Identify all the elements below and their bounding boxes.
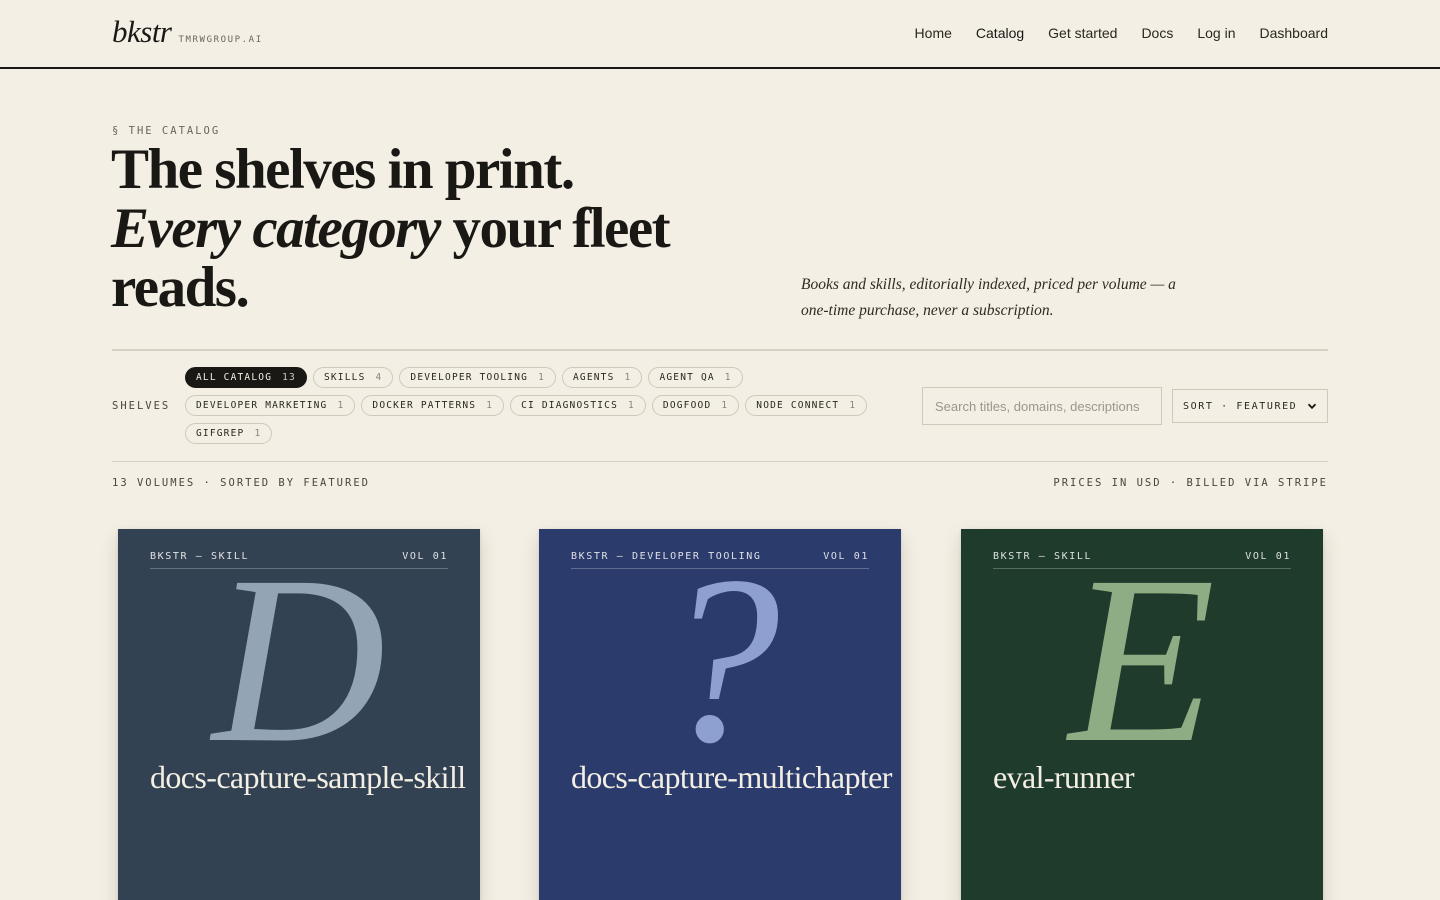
nav-catalog[interactable]: Catalog — [976, 25, 1024, 41]
chip-label: DOGFOOD — [662, 400, 712, 411]
page-title: The shelves in print. Every category you… — [111, 140, 751, 317]
chip-label: NODE CONNECT — [756, 400, 840, 411]
section-eyebrow: § THE CATALOG — [112, 125, 221, 137]
book-title: eval-runner — [993, 759, 1134, 795]
chip-count: 1 — [849, 400, 857, 411]
title-emphasis: Every category — [111, 197, 441, 260]
book-card[interactable]: BKSTR — SKILL VOL 01 E eval-runner — [961, 529, 1323, 900]
hero-blurb: Books and skills, editorially indexed, p… — [801, 276, 1176, 319]
chip-label: DEVELOPER TOOLING — [410, 372, 529, 383]
nav-dashboard[interactable]: Dashboard — [1260, 25, 1329, 41]
chip-count: 1 — [254, 428, 262, 439]
shelf-chip-agent-qa[interactable]: AGENT QA 1 — [648, 367, 743, 388]
shelf-chip-skills[interactable]: SKILLS 4 — [312, 367, 394, 388]
chip-count: 1 — [724, 372, 732, 383]
book-card[interactable]: BKSTR — DEVELOPER TOOLING VOL 01 ? docs-… — [539, 529, 901, 900]
divider — [112, 349, 1328, 351]
chip-label: AGENT QA — [659, 372, 715, 383]
pricing-note: PRICES IN USD · BILLED VIA STRIPE — [1053, 477, 1328, 489]
chip-count: 1 — [538, 372, 545, 383]
top-navigation-bar: bkstr TMRWGROUP.AI Home Catalog Get star… — [0, 0, 1440, 69]
search-input[interactable] — [922, 387, 1162, 425]
chip-label: AGENTS — [572, 372, 615, 383]
brand-org: TMRWGROUP.AI — [178, 35, 263, 45]
book-card[interactable]: BKSTR — SKILL VOL 01 D docs-capture-samp… — [118, 529, 480, 900]
chip-label: DEVELOPER MARKETING — [196, 400, 328, 411]
book-cover-glyph: D — [212, 529, 386, 792]
chip-label: ALL CATALOG — [196, 372, 273, 383]
book-cover-glyph: ? — [660, 529, 780, 792]
shelf-chip-all-catalog[interactable]: ALL CATALOG 13 — [185, 367, 307, 388]
chip-count: 4 — [375, 372, 383, 383]
book-title: docs-capture-sample-skill — [150, 759, 466, 795]
nav-get-started[interactable]: Get started — [1048, 25, 1117, 41]
chip-label: SKILLS — [323, 372, 366, 383]
book-title: docs-capture-multichapter — [571, 759, 892, 795]
divider — [112, 461, 1328, 462]
book-cover-glyph: E — [1068, 529, 1216, 792]
shelf-chip-agents[interactable]: AGENTS 1 — [561, 367, 643, 388]
brand-logo-link[interactable]: bkstr TMRWGROUP.AI — [112, 14, 263, 50]
nav-home[interactable]: Home — [915, 25, 952, 41]
shelves-label: SHELVES — [112, 400, 171, 412]
shelf-chip-docker-patterns[interactable]: DOCKER PATTERNS 1 — [361, 395, 505, 416]
shelf-chip-node-connect[interactable]: NODE CONNECT 1 — [745, 395, 868, 416]
shelf-filter-chips: ALL CATALOG 13 SKILLS 4 DEVELOPER TOOLING 1… — [185, 367, 905, 444]
shelf-chip-gifgrep[interactable]: GIFGREP 1 — [185, 423, 273, 444]
shelf-chip-dogfood[interactable]: DOGFOOD 1 — [651, 395, 740, 416]
chip-count: 1 — [486, 400, 494, 411]
chip-label: GIFGREP — [196, 428, 245, 439]
chip-count: 1 — [628, 400, 635, 411]
chip-count: 1 — [721, 400, 729, 411]
shelf-chip-developer-marketing[interactable]: DEVELOPER MARKETING 1 — [185, 395, 356, 416]
title-line-1: The shelves in print. — [111, 138, 575, 201]
chip-count: 13 — [282, 372, 296, 383]
chip-label: CI DIAGNOSTICS — [521, 400, 618, 411]
nav-docs[interactable]: Docs — [1141, 25, 1173, 41]
sort-label: SORT · FEATURED — [1183, 400, 1298, 412]
chip-count: 1 — [337, 400, 345, 411]
shelf-chip-ci-diagnostics[interactable]: CI DIAGNOSTICS 1 — [510, 395, 646, 416]
brand-logo: bkstr — [112, 14, 172, 49]
main-nav: Home Catalog Get started Docs Log in Das… — [915, 25, 1328, 41]
chip-count: 1 — [624, 372, 632, 383]
sort-select[interactable]: SORT · FEATURED — [1172, 389, 1328, 423]
chip-label: DOCKER PATTERNS — [372, 400, 477, 411]
chevron-down-icon — [1307, 403, 1317, 410]
shelf-chip-developer-tooling[interactable]: DEVELOPER TOOLING 1 — [399, 367, 556, 388]
nav-log-in[interactable]: Log in — [1197, 25, 1235, 41]
results-summary: 13 VOLUMES · SORTED BY FEATURED — [112, 477, 370, 489]
